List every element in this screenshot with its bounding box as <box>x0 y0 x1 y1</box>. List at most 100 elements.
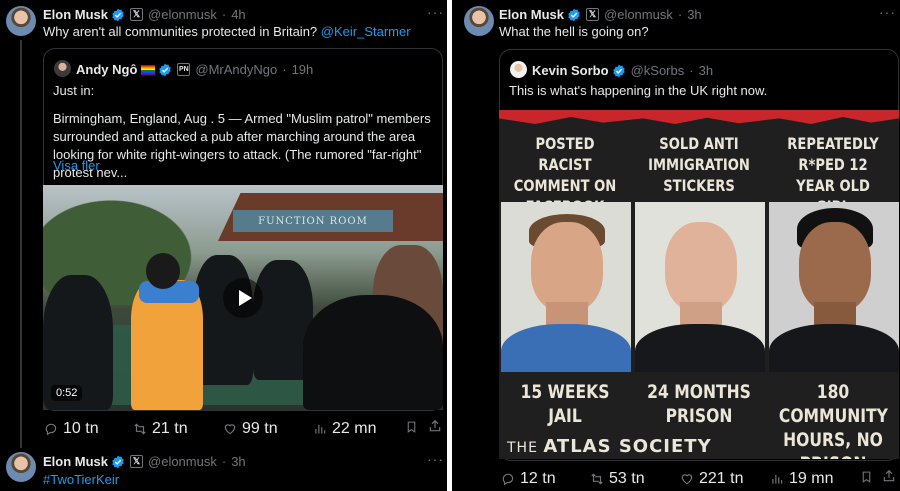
author-handle[interactable]: @elonmusk <box>148 454 217 469</box>
post-text: What the hell is going on? <box>499 24 649 39</box>
quoted-line1: Just in: <box>53 83 95 98</box>
avatar[interactable] <box>6 452 36 482</box>
dot-separator: · <box>677 7 683 22</box>
like-count: 221 tn <box>699 470 744 487</box>
views-count: 19 mn <box>789 470 834 487</box>
mugshot <box>635 202 765 372</box>
avatar[interactable] <box>464 6 494 36</box>
post-time[interactable]: 3h <box>231 454 245 469</box>
bookmark-icon[interactable] <box>405 420 418 434</box>
video-player[interactable]: FUNCTION ROOM 0:52 <box>43 185 443 410</box>
verified-badge-icon <box>112 455 124 468</box>
video-hooded-person <box>303 295 443 410</box>
poster-brand-name: ATLAS SOCIETY <box>543 436 712 457</box>
reply-icon <box>502 473 514 486</box>
post-time[interactable]: 3h <box>687 7 701 22</box>
video-head <box>146 253 180 289</box>
mention-link[interactable]: @Keir_Starmer <box>321 24 411 39</box>
hashtag-link[interactable]: #TwoTierKeir <box>43 471 119 489</box>
quoted-author-handle[interactable]: @kSorbs <box>631 63 685 78</box>
reply-button[interactable]: 10 tn <box>44 420 99 438</box>
poster-caption-bottom: 15 WEEKS JAIL <box>520 381 610 427</box>
views-button[interactable]: 19 mn <box>770 470 833 488</box>
video-duration: 0:52 <box>51 385 83 401</box>
poster-caption-top: SOLD ANTI IMMIGRATION STICKERS <box>648 134 750 195</box>
mugshot-face <box>665 222 737 312</box>
quoted-avatar[interactable] <box>54 60 71 77</box>
author-handle[interactable]: @elonmusk <box>148 7 217 22</box>
play-icon[interactable] <box>223 278 263 318</box>
quoted-header: Kevin Sorbo @kSorbs · 3h <box>532 63 713 78</box>
dot-separator: · <box>221 7 227 22</box>
repost-button[interactable]: 21 tn <box>133 420 188 438</box>
pride-flag-icon <box>141 64 156 75</box>
reply-count: 12 tn <box>520 470 556 487</box>
dot-separator: · <box>282 62 287 77</box>
repost-button[interactable]: 53 tn <box>590 470 645 488</box>
author-name[interactable]: Elon Musk <box>43 454 108 469</box>
post-header: Elon Musk 𝕏 @elonmusk · 4h <box>43 7 246 22</box>
dot-separator: · <box>689 63 694 78</box>
mugshot <box>501 202 631 372</box>
quoted-header: Andy Ngô PN @MrAndyNgo · 19h <box>76 62 313 77</box>
quoted-author-name[interactable]: Kevin Sorbo <box>532 63 609 78</box>
author-handle[interactable]: @elonmusk <box>604 7 673 22</box>
left-post-panel: Elon Musk 𝕏 @elonmusk · 4h ··· Why aren'… <box>0 0 447 491</box>
quoted-avatar[interactable] <box>510 61 527 78</box>
views-button[interactable]: 22 mn <box>313 420 376 438</box>
repost-count: 21 tn <box>152 420 188 437</box>
quoted-author-handle[interactable]: @MrAndyNgo <box>195 62 277 77</box>
post-header: Elon Musk 𝕏 @elonmusk · 3h <box>43 454 246 469</box>
views-icon <box>772 474 783 484</box>
x-affiliate-icon: 𝕏 <box>130 455 144 468</box>
like-button[interactable]: 221 tn <box>680 470 743 488</box>
like-button[interactable]: 99 tn <box>223 420 278 438</box>
poster-brand-prefix: THE <box>507 440 538 456</box>
quoted-body: Birmingham, England, Aug . 5 — Armed "Mu… <box>53 111 431 180</box>
share-icon[interactable] <box>882 469 896 483</box>
bookmark-icon[interactable] <box>860 470 873 484</box>
poster-brand: THE ATLAS SOCIETY <box>507 436 712 457</box>
mugshot-face <box>531 222 603 312</box>
video-sign: FUNCTION ROOM <box>233 210 393 232</box>
x-affiliate-icon: 𝕏 <box>130 8 144 21</box>
post-time[interactable]: 4h <box>231 7 245 22</box>
quoted-image[interactable]: POSTED RACIST COMMENT ON FACEBOOK SOLD A… <box>499 110 899 459</box>
thread-line <box>20 40 22 448</box>
quoted-author-name[interactable]: Andy Ngô <box>76 62 137 77</box>
views-icon <box>315 424 326 434</box>
poster-caption-bottom: 180 COMMUNITY HOURS, NO PRISON TIME <box>778 381 888 459</box>
more-icon[interactable]: ··· <box>427 4 444 20</box>
verified-badge-icon <box>568 8 580 21</box>
dot-separator: · <box>221 454 227 469</box>
post-text-body: Why aren't all communities protected in … <box>43 24 318 39</box>
quoted-body: This is what's happening in the UK right… <box>509 83 768 98</box>
reply-button[interactable]: 12 tn <box>501 470 556 488</box>
share-icon[interactable] <box>428 419 442 433</box>
show-more-link[interactable]: Visa fler <box>53 157 100 175</box>
reply-icon <box>45 423 57 436</box>
like-count: 99 tn <box>242 420 278 437</box>
quoted-time[interactable]: 3h <box>699 63 713 78</box>
post-text: Why aren't all communities protected in … <box>43 23 411 41</box>
mugshot-body <box>769 324 899 372</box>
more-icon[interactable]: ··· <box>427 451 444 467</box>
mugshot-body <box>635 324 765 372</box>
author-name[interactable]: Elon Musk <box>499 7 564 22</box>
avatar[interactable] <box>6 6 36 36</box>
views-count: 22 mn <box>332 420 377 437</box>
reply-count: 10 tn <box>63 420 99 437</box>
mugshot-body <box>501 324 631 372</box>
more-icon[interactable]: ··· <box>879 4 896 20</box>
right-post-panel: Elon Musk 𝕏 @elonmusk · 3h ··· What the … <box>452 0 900 491</box>
post-header: Elon Musk 𝕏 @elonmusk · 3h <box>499 7 702 22</box>
verified-badge-icon <box>159 63 172 76</box>
author-name[interactable]: Elon Musk <box>43 7 108 22</box>
x-affiliate-icon: 𝕏 <box>586 8 600 21</box>
quoted-time[interactable]: 19h <box>292 62 314 77</box>
verified-badge-icon <box>612 64 625 77</box>
repost-icon <box>134 423 146 435</box>
news-badge-icon: PN <box>177 63 191 76</box>
like-icon <box>681 474 693 485</box>
like-icon <box>224 424 236 435</box>
